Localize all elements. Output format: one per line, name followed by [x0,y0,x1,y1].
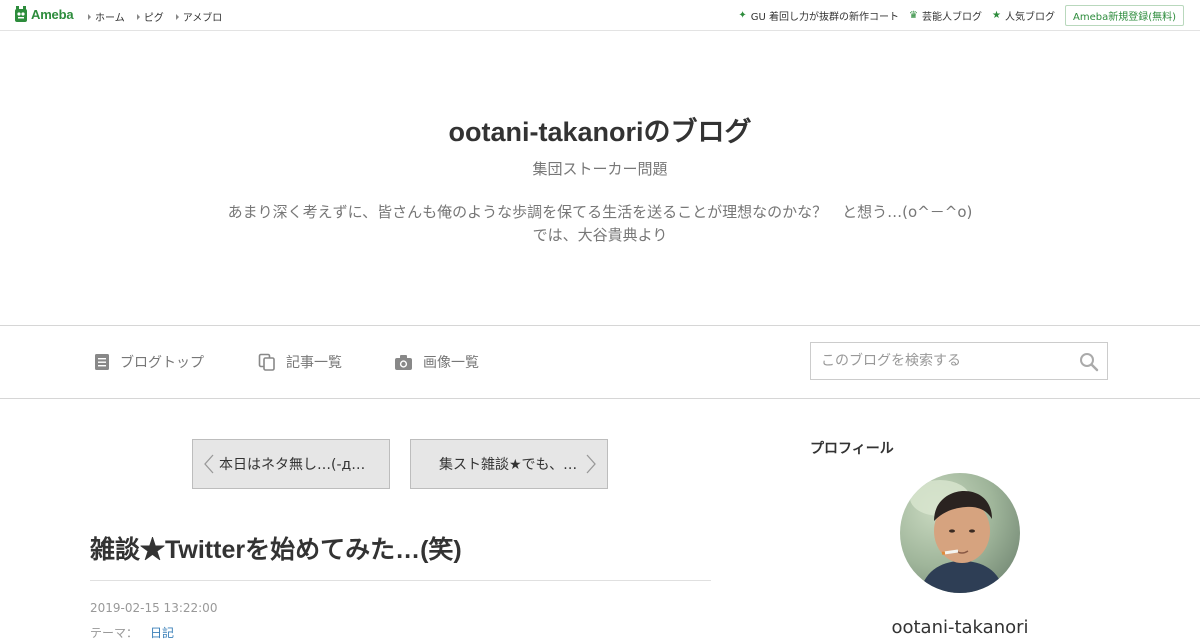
sparkle-icon: ✦ [738,10,746,21]
global-nav-home[interactable]: ホーム [88,9,125,24]
search-input[interactable] [811,343,1081,379]
ameba-logo[interactable]: Ameba [14,6,73,23]
profile-name[interactable]: ootani-takanori [810,617,1110,638]
global-header-links: ✦ GU 着回し力が抜群の新作コート ♛ 芸能人ブログ ★ 人気ブログ Ameb… [738,5,1184,26]
next-article-title: 集スト雑談★でも、… [439,454,581,474]
triangle-right-icon [88,14,91,20]
blog-subtitle: 集団ストーカー問題 [0,158,1200,179]
blog-search [810,342,1108,380]
article-theme: テーマ： 日記 [90,624,174,641]
blog-title[interactable]: ootani-takanoriのブログ [0,110,1200,149]
copy-icon [258,353,276,371]
document-icon [94,353,110,371]
global-nav-pigg[interactable]: ピグ [137,9,164,24]
promo-link[interactable]: ✦ GU 着回し力が抜群の新作コート [738,8,899,23]
article-theme-label: テーマ： [90,626,138,640]
blog-header: ootani-takanoriのブログ 集団ストーカー問題 あまり深く考えずに、… [0,30,1200,326]
article-title[interactable]: 雑談★Twitterを始めてみた…(笑) [90,530,462,566]
blog-description-line: では、大谷貴典より [150,224,1050,247]
profile-heading: プロフィール [810,438,894,458]
global-nav: ホーム ピグ アメブロ [88,9,234,24]
global-nav-label: ホーム [95,9,125,24]
popular-blog-link[interactable]: ★ 人気ブログ [992,8,1055,23]
avatar-photo [900,473,1020,593]
nav-blog-top[interactable]: ブログトップ [94,352,204,372]
article-date: 2019-02-15 13:22:00 [90,601,217,615]
prev-article-button[interactable]: 本日はネタ無し…(-д… [192,439,390,489]
profile-avatar[interactable] [900,473,1020,593]
chevron-right-icon [585,454,597,474]
article-divider [90,580,711,581]
nav-blog-top-label: ブログトップ [120,352,204,372]
star-icon: ★ [992,10,1001,21]
nav-image-list-label: 画像一覧 [423,352,479,372]
triangle-right-icon [137,14,140,20]
triangle-right-icon [176,14,179,20]
register-button[interactable]: Ameba新規登録(無料) [1065,5,1184,26]
global-nav-ameblo[interactable]: アメブロ [176,9,223,24]
promo-link-label: GU 着回し力が抜群の新作コート [751,8,899,23]
next-article-button[interactable]: 集スト雑談★でも、… [410,439,608,489]
ameba-logo-icon [14,6,28,23]
global-nav-label: アメブロ [183,9,223,24]
nav-article-list[interactable]: 記事一覧 [258,352,342,372]
global-header: Ameba ホーム ピグ アメブロ ✦ GU 着回し力が抜群の新作コート ♛ 芸… [0,0,1200,31]
search-icon[interactable] [1079,352,1099,372]
nav-image-list[interactable]: 画像一覧 [394,352,479,372]
crown-icon: ♛ [909,10,918,21]
chevron-left-icon [203,454,215,474]
global-nav-label: ピグ [144,9,164,24]
article-theme-link[interactable]: 日記 [150,626,174,640]
blog-description-line: あまり深く考えずに、皆さんも俺のような歩調を保てる生活を送ることが理想なのかな？… [150,201,1050,224]
celebrity-blog-label: 芸能人ブログ [922,8,982,23]
camera-icon [394,354,413,371]
nav-article-list-label: 記事一覧 [286,352,342,372]
blog-nav: ブログトップ 記事一覧 画像一覧 [0,326,1200,399]
celebrity-blog-link[interactable]: ♛ 芸能人ブログ [909,8,982,23]
blog-description: あまり深く考えずに、皆さんも俺のような歩調を保てる生活を送ることが理想なのかな？… [150,201,1050,247]
prev-article-title: 本日はネタ無し…(-д… [219,454,379,474]
ameba-logo-text: Ameba [31,7,73,22]
popular-blog-label: 人気ブログ [1005,8,1055,23]
